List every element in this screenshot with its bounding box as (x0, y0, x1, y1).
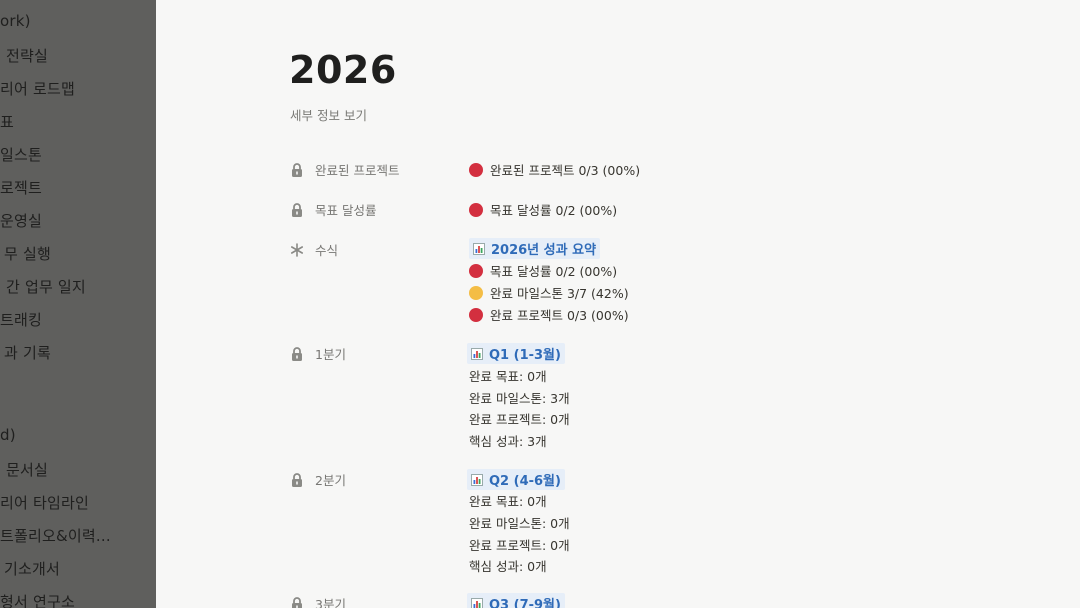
formula-line: 완료 마일스톤 3/7 (42%) (469, 283, 629, 302)
sidebar-item[interactable]: d) (0, 426, 16, 444)
lock-icon (292, 346, 302, 361)
q2-line: 완료 목표: 0개 (469, 494, 547, 509)
bar-chart-icon (471, 347, 483, 360)
bar-chart-icon (471, 597, 483, 608)
link-text: Q1 (1-3월) (489, 348, 561, 363)
property-completed-projects[interactable]: 완료된 프로젝트 (289, 160, 399, 179)
property-q3[interactable]: 3분기 (289, 594, 346, 608)
sidebar-item[interactable]: 과 기록 (4, 342, 51, 363)
asterisk-icon (291, 242, 303, 257)
formula-line: 완료 프로젝트 0/3 (00%) (469, 305, 629, 324)
q1-line: 완료 마일스톤: 3개 (469, 391, 570, 406)
sidebar-item[interactable]: 리어 로드맵 (0, 78, 75, 99)
lock-icon (292, 202, 302, 217)
sidebar-item[interactable]: 기소개서 (4, 558, 60, 579)
formula-line: 목표 달성률 0/2 (00%) (469, 261, 617, 280)
property-label: 수식 (315, 243, 339, 258)
sidebar-item[interactable]: 표 (0, 111, 14, 132)
sidebar: ork) 전략실 리어 로드맵 표 일스톤 로젝트 운영실 무 실행 간 업무 … (0, 0, 156, 608)
sidebar-item[interactable]: ork) (0, 12, 31, 30)
view-details-link[interactable]: 세부 정보 보기 (290, 105, 367, 124)
completed-projects-value[interactable]: 완료된 프로젝트 0/3 (00%) (469, 160, 640, 179)
page-content: 2026 세부 정보 보기 완료된 프로젝트 완료된 프로젝트 0/3 (00%… (156, 0, 1080, 608)
property-label: 완료된 프로젝트 (315, 163, 400, 178)
status-red-dot (469, 263, 483, 278)
sidebar-item[interactable]: 트래킹 (0, 309, 42, 330)
status-red-dot (469, 202, 483, 217)
property-goal-rate[interactable]: 목표 달성률 (289, 200, 376, 219)
q1-line: 완료 프로젝트: 0개 (469, 412, 570, 427)
bar-chart-icon (473, 242, 485, 255)
q1-page-link[interactable]: Q1 (1-3월) (467, 343, 565, 364)
link-text: Q2 (4-6월) (489, 474, 561, 489)
property-q1[interactable]: 1분기 (289, 344, 346, 363)
q2-line: 핵심 성과: 0개 (469, 559, 547, 574)
formula-line-text: 완료 프로젝트 0/3 (00%) (490, 308, 629, 323)
lock-icon (292, 472, 302, 487)
q1-line: 핵심 성과: 3개 (469, 434, 547, 449)
q1-line: 완료 목표: 0개 (469, 369, 547, 384)
status-red-dot (469, 162, 483, 177)
q2-line: 완료 프로젝트: 0개 (469, 538, 570, 553)
sidebar-item[interactable]: 형서 연구소 (0, 591, 75, 608)
status-yellow-dot (469, 285, 483, 300)
sidebar-item[interactable]: 로젝트 (0, 177, 42, 198)
sidebar-item[interactable]: 리어 타임라인 (0, 492, 89, 513)
summary-page-link[interactable]: 2026년 성과 요약 (469, 238, 601, 259)
sidebar-item[interactable]: 간 업무 일지 (6, 276, 86, 297)
sidebar-item[interactable]: 운영실 (0, 210, 42, 231)
property-formula[interactable]: 수식 (289, 240, 338, 259)
q3-page-link[interactable]: Q3 (7-9월) (467, 593, 565, 608)
lock-icon (292, 162, 302, 177)
property-value: 목표 달성률 0/2 (00%) (490, 203, 618, 218)
formula-line-text: 완료 마일스톤 3/7 (42%) (490, 286, 629, 301)
property-label: 목표 달성률 (315, 203, 377, 218)
sidebar-item[interactable]: 전략실 (6, 45, 48, 66)
formula-line-text: 목표 달성률 0/2 (00%) (490, 264, 618, 279)
sidebar-item[interactable]: 문서실 (6, 459, 48, 480)
property-label: 3분기 (315, 597, 346, 608)
q2-line: 완료 마일스톤: 0개 (469, 516, 570, 531)
sidebar-item[interactable]: 일스톤 (0, 144, 42, 165)
sidebar-item[interactable]: 무 실행 (4, 243, 51, 264)
lock-icon (292, 596, 302, 608)
property-label: 2분기 (315, 473, 346, 488)
bar-chart-icon (471, 473, 483, 486)
link-text: 2026년 성과 요약 (491, 243, 597, 258)
goal-rate-value[interactable]: 목표 달성률 0/2 (00%) (469, 200, 617, 219)
link-text: Q3 (7-9월) (489, 598, 561, 608)
status-red-dot (469, 307, 483, 322)
q2-page-link[interactable]: Q2 (4-6월) (467, 469, 565, 490)
page-title[interactable]: 2026 (289, 48, 397, 92)
sidebar-item[interactable]: 트폴리오&이력... (0, 525, 111, 546)
property-label: 1분기 (315, 347, 346, 362)
property-value: 완료된 프로젝트 0/3 (00%) (490, 163, 641, 178)
property-q2[interactable]: 2분기 (289, 470, 346, 489)
